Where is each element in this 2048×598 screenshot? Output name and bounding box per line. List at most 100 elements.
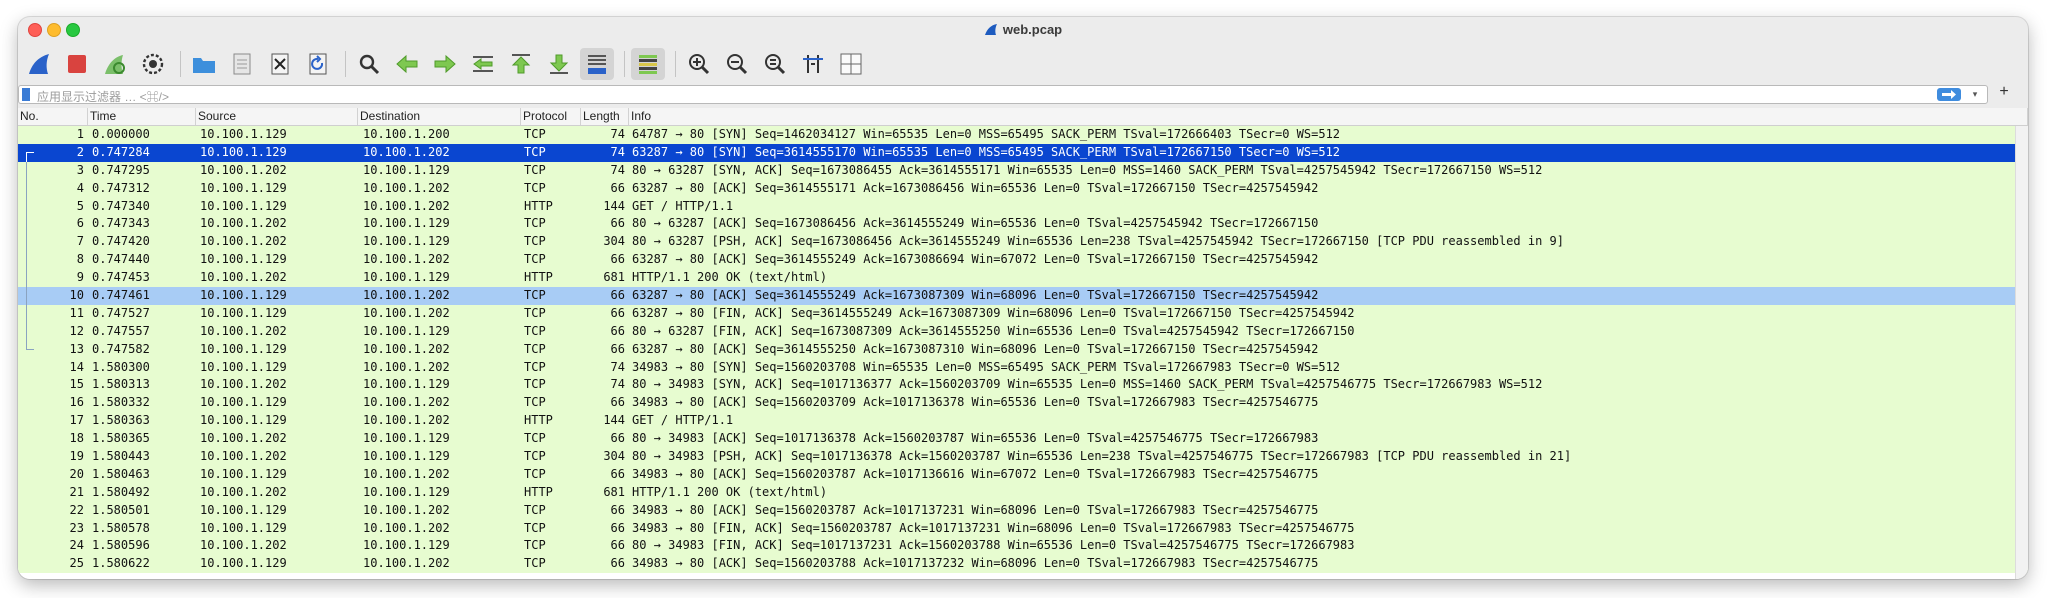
- packet-info: 80 → 34983 [ACK] Seq=1017136378 Ack=1560…: [632, 431, 1319, 446]
- packet-row[interactable]: 17 1.580363 10.100.1.129 10.100.1.202 HTTP 14…: [18, 412, 2028, 431]
- vertical-scrollbar[interactable]: [2015, 126, 2028, 579]
- packet-row[interactable]: 14 1.580300 10.100.1.129 10.100.1.202 TCP 74 3…: [18, 358, 2028, 377]
- packet-length: 74: [610, 144, 625, 159]
- column-header-info[interactable]: Info: [629, 108, 2028, 125]
- column-header-time[interactable]: Time: [88, 108, 196, 125]
- reload-file-button[interactable]: [301, 48, 335, 80]
- wireshark-fin-icon: [984, 24, 997, 35]
- restart-capture-icon: [105, 55, 125, 74]
- packet-info: GET / HTTP/1.1: [632, 198, 734, 213]
- column-header-protocol[interactable]: Protocol: [521, 108, 581, 125]
- packet-row[interactable]: 9 0.747453 10.100.1.202 10.100.1.129 HTTP 681…: [18, 269, 2028, 288]
- packet-row[interactable]: 16 1.580332 10.100.1.129 10.100.1.202 TCP 66 3…: [18, 394, 2028, 413]
- packet-protocol: TCP: [524, 180, 546, 195]
- zoom-normal-button[interactable]: [758, 48, 792, 80]
- add-filter-button[interactable]: +: [1994, 82, 2014, 102]
- go-first-button[interactable]: [504, 48, 538, 80]
- packet-length: 74: [610, 127, 625, 141]
- packet-row[interactable]: 11 0.747527 10.100.1.129 10.100.1.202 TCP 66 6…: [18, 304, 2028, 323]
- find-packet-button[interactable]: [352, 48, 386, 80]
- column-header-length[interactable]: Length: [581, 108, 629, 125]
- zoom-in-button[interactable]: [682, 48, 716, 80]
- packet-protocol: TCP: [524, 162, 546, 177]
- column-header-no[interactable]: No.: [18, 108, 88, 125]
- packet-time: 0.747582: [92, 341, 150, 356]
- packet-destination: 10.100.1.202: [363, 520, 450, 535]
- packet-row[interactable]: 23 1.580578 10.100.1.129 10.100.1.202 TCP 66 3…: [18, 519, 2028, 538]
- packet-row[interactable]: 22 1.580501 10.100.1.129 10.100.1.202 TCP 66 3…: [18, 501, 2028, 520]
- packet-source: 10.100.1.129: [200, 252, 287, 267]
- go-forward-button[interactable]: [428, 48, 462, 80]
- toolbar-separator: [180, 51, 181, 77]
- packet-row[interactable]: 25 1.580622 10.100.1.129 10.100.1.202 TCP 66 3…: [18, 555, 2028, 574]
- packet-info: 63287 → 80 [ACK] Seq=3614555249 Ack=1673…: [632, 252, 1319, 267]
- filter-history-dropdown[interactable]: ▾: [1969, 87, 1981, 102]
- packet-time: 1.580363: [92, 413, 150, 428]
- go-back-button[interactable]: [390, 48, 424, 80]
- packet-row[interactable]: 1 0.000000 10.100.1.129 10.100.1.200 TCP 74 64…: [18, 126, 2028, 144]
- conversation-bracket: [26, 197, 34, 216]
- packet-row[interactable]: 19 1.580443 10.100.1.202 10.100.1.129 TCP 304…: [18, 448, 2028, 466]
- packet-row[interactable]: 2 0.747284 10.100.1.129 10.100.1.202 TCP 74 63…: [18, 143, 2028, 162]
- packet-info: 64787 → 80 [SYN] Seq=1462034127 Win=6553…: [632, 127, 1341, 141]
- zoom-out-button[interactable]: [720, 48, 754, 80]
- packet-time: 1.580596: [92, 538, 150, 553]
- layout-button[interactable]: [834, 48, 868, 80]
- packet-row[interactable]: 18 1.580365 10.100.1.202 10.100.1.129 TCP 66 8…: [18, 430, 2028, 449]
- go-to-packet-button[interactable]: [466, 48, 500, 80]
- packet-protocol: TCP: [524, 216, 546, 231]
- packet-row[interactable]: 3 0.747295 10.100.1.202 10.100.1.129 TCP 74 80…: [18, 161, 2028, 180]
- column-header-destination[interactable]: Destination: [358, 108, 521, 125]
- packet-row[interactable]: 6 0.747343 10.100.1.202 10.100.1.129 TCP 66 80…: [18, 215, 2028, 234]
- auto-scroll-button[interactable]: [580, 48, 614, 80]
- resize-columns-button[interactable]: [796, 48, 830, 80]
- packet-time: 1.580443: [92, 449, 150, 464]
- packet-length: 66: [610, 288, 625, 303]
- packet-row[interactable]: 8 0.747440 10.100.1.129 10.100.1.202 TCP 66 63…: [18, 251, 2028, 270]
- apply-filter-button[interactable]: [1937, 88, 1961, 101]
- packet-info: 63287 → 80 [ACK] Seq=3614555171 Ack=1673…: [632, 180, 1319, 195]
- display-filter-placeholder: 应用显示过滤器 … <⌘/>: [37, 90, 170, 104]
- packet-length: 74: [610, 162, 625, 177]
- toolbar-separator: [675, 51, 676, 77]
- close-file-button[interactable]: [263, 48, 297, 80]
- arrow-right-icon: [1942, 90, 1956, 99]
- packet-row[interactable]: 7 0.747420 10.100.1.202 10.100.1.129 TCP 304 8…: [18, 233, 2028, 252]
- packet-row[interactable]: 4 0.747312 10.100.1.129 10.100.1.202 TCP 66 63…: [18, 179, 2028, 198]
- packet-no: 21: [69, 484, 84, 499]
- colorize-button[interactable]: [631, 48, 665, 80]
- go-last-button[interactable]: [542, 48, 576, 80]
- packet-no: 25: [69, 556, 84, 571]
- packet-row[interactable]: 21 1.580492 10.100.1.202 10.100.1.129 HTTP 68…: [18, 483, 2028, 502]
- stop-capture-button[interactable]: [60, 48, 94, 80]
- packet-info: 63287 → 80 [SYN] Seq=3614555170 Win=6553…: [632, 144, 1341, 159]
- save-file-button[interactable]: [225, 48, 259, 80]
- open-file-button[interactable]: [187, 48, 221, 80]
- packet-row[interactable]: 20 1.580463 10.100.1.129 10.100.1.202 TCP 66 3…: [18, 465, 2028, 484]
- filter-bookmark-icon[interactable]: [22, 88, 30, 101]
- go-last-icon: [549, 54, 569, 74]
- capture-options-button[interactable]: [136, 48, 170, 80]
- packet-source: 10.100.1.202: [200, 431, 287, 446]
- restart-capture-button[interactable]: [98, 48, 132, 80]
- packet-row[interactable]: 5 0.747340 10.100.1.129 10.100.1.202 HTTP 144…: [18, 197, 2028, 216]
- packet-length: 144: [603, 198, 625, 213]
- packet-row[interactable]: 24 1.580596 10.100.1.202 10.100.1.129 TCP 66 8…: [18, 537, 2028, 556]
- packet-info: HTTP/1.1 200 OK (text/html): [632, 270, 828, 285]
- packet-row[interactable]: 15 1.580313 10.100.1.202 10.100.1.129 TCP 74 8…: [18, 376, 2028, 395]
- packet-source: 10.100.1.129: [200, 395, 287, 410]
- display-filter-input[interactable]: 应用显示过滤器 … <⌘/> ▾: [18, 85, 1988, 104]
- packet-destination: 10.100.1.200: [363, 127, 450, 141]
- packet-protocol: HTTP: [524, 270, 553, 285]
- packet-row[interactable]: 12 0.747557 10.100.1.202 10.100.1.129 TCP 66 8…: [18, 322, 2028, 341]
- packet-row[interactable]: 10 0.747461 10.100.1.129 10.100.1.202 TCP 66 6…: [18, 287, 2028, 306]
- packet-time: 1.580332: [92, 395, 150, 410]
- packet-protocol: TCP: [524, 341, 546, 356]
- packet-info: 34983 → 80 [ACK] Seq=1560203709 Ack=1017…: [632, 395, 1319, 410]
- packet-length: 66: [610, 520, 625, 535]
- packet-row[interactable]: 13 0.747582 10.100.1.129 10.100.1.202 TCP 66 6…: [18, 340, 2028, 359]
- start-capture-button[interactable]: [22, 48, 56, 80]
- packet-time: 0.747420: [92, 234, 150, 249]
- column-header-source[interactable]: Source: [196, 108, 358, 125]
- packet-time: 1.580492: [92, 484, 150, 499]
